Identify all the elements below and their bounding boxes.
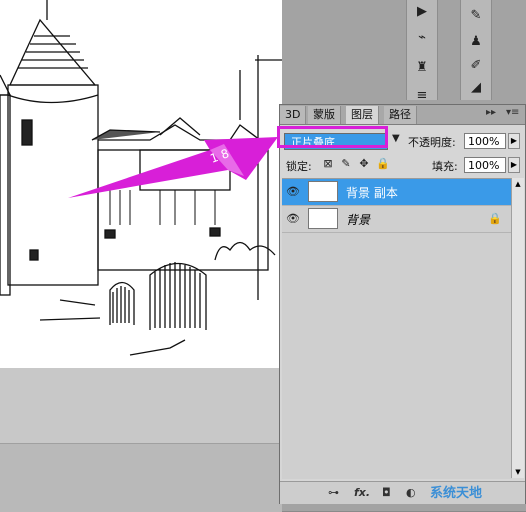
blend-mode-highlight	[277, 126, 388, 148]
annotation-arrow: 1 8	[68, 137, 278, 198]
watermark-text: 系统天地	[430, 486, 483, 501]
